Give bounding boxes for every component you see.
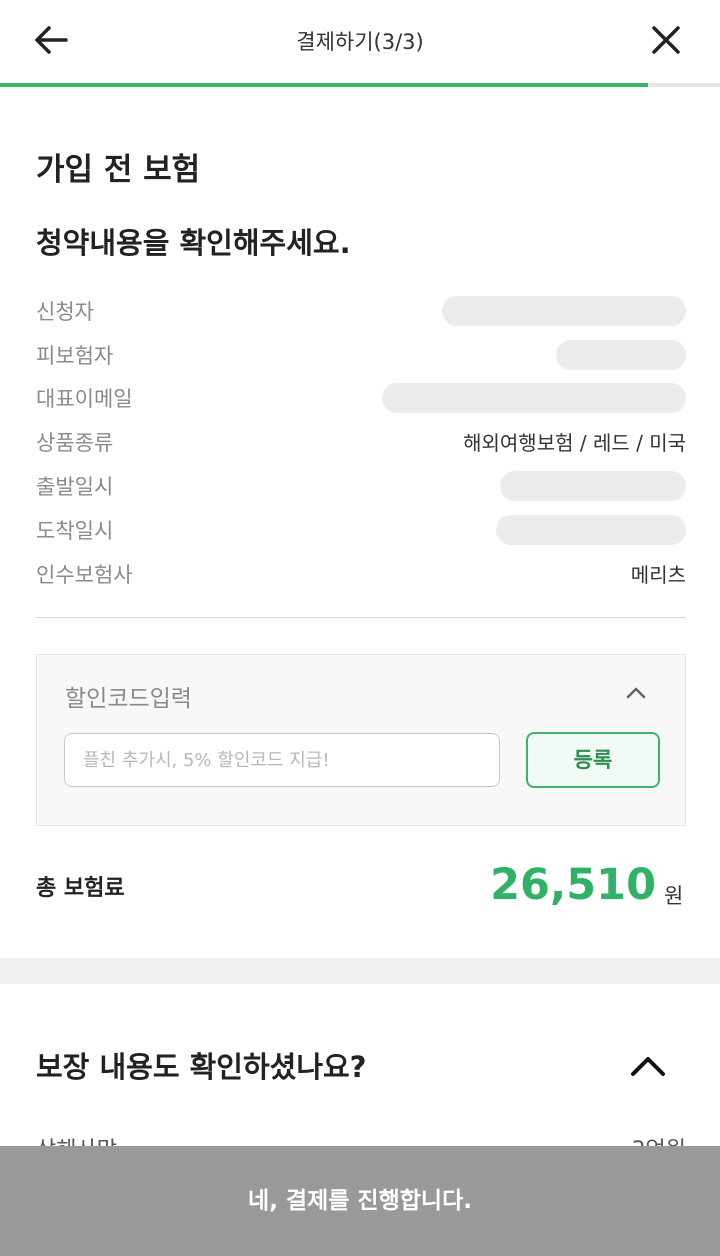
divider [36,617,686,618]
register-button[interactable]: 등록 [526,732,660,788]
page-title: 결제하기(3/3) [296,30,424,54]
section-separator [0,958,720,984]
info-row-email: 대표이메일 [36,377,686,417]
chevron-up-icon [626,687,646,699]
redacted-value [496,515,686,545]
info-label: 신청자 [36,300,94,324]
info-row-departure: 출발일시 [36,465,686,505]
redacted-value [442,296,686,326]
info-row-applicant: 신청자 [36,290,686,330]
coverage-heading: 보장 내용도 확인하셨나요? [36,1050,367,1084]
info-label: 피보험자 [36,344,114,368]
discount-code-panel: 할인코드입력 등록 [36,654,686,826]
info-label: 대표이메일 [36,387,133,411]
total-premium-unit: 원 [664,884,684,908]
info-row-insurer: 인수보험사 메리츠 [36,553,686,593]
progress-bar [0,83,720,87]
info-row-product: 상품종류 해외여행보험 / 레드 / 미국 [36,421,686,461]
info-row-insured: 피보험자 [36,334,686,374]
product-type-value: 해외여행보험 / 레드 / 미국 [463,431,686,455]
redacted-value [500,471,686,501]
info-label: 출발일시 [36,475,114,499]
top-bar: 결제하기(3/3) [0,0,720,87]
redacted-value [382,383,686,413]
discount-code-title: 할인코드입력 [65,686,192,712]
coverage-collapse-toggle[interactable] [626,1046,670,1086]
total-premium-amount: 26,510 [490,860,656,910]
info-row-arrival: 도착일시 [36,509,686,549]
close-button[interactable] [644,18,688,62]
chevron-up-icon [631,1057,665,1076]
confirm-heading: 청약내용을 확인해주세요. [36,226,351,260]
discount-collapse-toggle[interactable] [623,681,649,705]
close-icon [652,26,680,54]
proceed-payment-button[interactable]: 네, 결제를 진행합니다. [0,1146,720,1256]
info-label: 인수보험사 [36,563,133,587]
info-label: 상품종류 [36,431,114,455]
insurer-value: 메리츠 [630,563,686,587]
redacted-value [556,340,686,370]
info-label: 도착일시 [36,519,114,543]
discount-code-input[interactable] [64,733,500,787]
total-premium-label: 총 보험료 [36,876,125,901]
progress-bar-fill [0,83,648,87]
section-title: 가입 전 보험 [36,152,201,188]
